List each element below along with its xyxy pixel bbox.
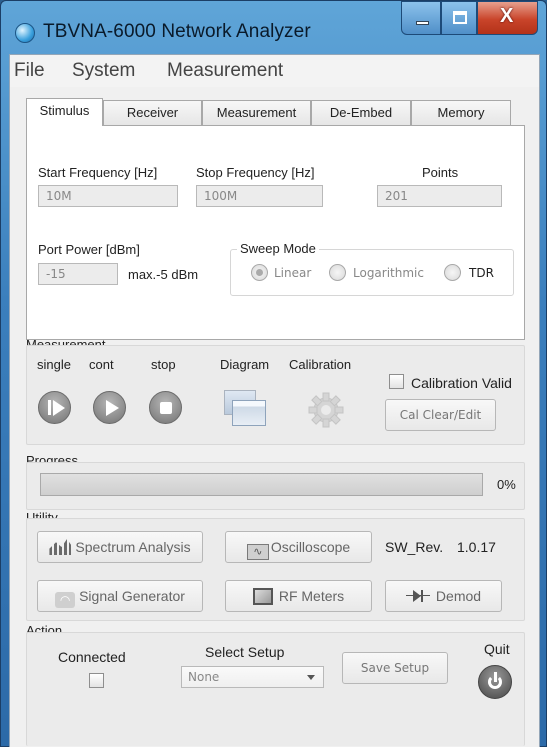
tab-stimulus[interactable]: Stimulus bbox=[26, 98, 103, 126]
demod-label: Demod bbox=[435, 588, 482, 604]
power-max-label: max.-5 dBm bbox=[128, 267, 199, 282]
diagram-label: Diagram bbox=[220, 357, 270, 372]
points-field[interactable]: 201 bbox=[377, 185, 502, 207]
cal-clear-edit-button[interactable]: Cal Clear/Edit bbox=[385, 399, 496, 431]
single-sweep-button[interactable] bbox=[38, 391, 71, 424]
sweep-mode-group: Sweep Mode Linear Logarithmic TDR bbox=[230, 241, 514, 296]
menu-bar: File System Measurement bbox=[10, 55, 539, 87]
maximize-button[interactable] bbox=[441, 1, 477, 35]
spectrum-analysis-button[interactable]: Spectrum Analysis bbox=[37, 531, 203, 563]
title-bar[interactable]: TBVNA-6000 Network Analyzer X bbox=[1, 1, 546, 53]
tab-receiver[interactable]: Receiver bbox=[103, 100, 202, 125]
start-frequency-label: Start Frequency [Hz] bbox=[38, 165, 158, 180]
stop-label: stop bbox=[151, 357, 176, 372]
continuous-sweep-button[interactable] bbox=[93, 391, 126, 424]
select-setup-label: Select Setup bbox=[205, 644, 285, 660]
select-setup-dropdown[interactable]: None bbox=[181, 666, 324, 688]
diagram-window-icon[interactable] bbox=[224, 390, 270, 426]
rf-meters-button[interactable]: RF Meters bbox=[225, 580, 372, 612]
oscilloscope-button[interactable]: ∿ Oscilloscope bbox=[225, 531, 372, 563]
oscilloscope-label: Oscilloscope bbox=[270, 539, 351, 555]
radio-tdr[interactable] bbox=[444, 264, 461, 281]
stop-sweep-button[interactable] bbox=[149, 391, 182, 424]
client-area: File System Measurement Stimulus Receive… bbox=[9, 54, 540, 747]
spectrum-icon bbox=[49, 539, 72, 555]
progress-percent: 0% bbox=[497, 477, 516, 492]
power-line bbox=[494, 672, 497, 682]
calibration-gear-icon[interactable] bbox=[306, 390, 346, 430]
minimize-icon bbox=[416, 21, 429, 25]
quit-button[interactable] bbox=[478, 665, 512, 699]
stimulus-panel: Start Frequency [Hz] 10M Stop Frequency … bbox=[26, 125, 525, 340]
menu-system[interactable]: System bbox=[72, 60, 135, 82]
menu-file[interactable]: File bbox=[14, 60, 45, 82]
calibration-label: Calibration bbox=[289, 357, 352, 372]
radio-logarithmic[interactable] bbox=[329, 264, 346, 281]
meter-icon bbox=[252, 588, 273, 605]
cont-label: cont bbox=[89, 357, 114, 372]
wifi-signal-icon: ◠ bbox=[55, 592, 76, 608]
connected-label: Connected bbox=[58, 649, 126, 665]
stop-frequency-label: Stop Frequency [Hz] bbox=[196, 165, 315, 180]
save-setup-button[interactable]: Save Setup bbox=[342, 652, 448, 684]
window-title: TBVNA-6000 Network Analyzer bbox=[43, 21, 311, 42]
maximize-icon bbox=[453, 11, 467, 24]
points-label: Points bbox=[422, 165, 459, 180]
action-panel: Connected Select Setup None Save Setup Q… bbox=[26, 632, 525, 746]
sweep-mode-title: Sweep Mode bbox=[237, 241, 319, 256]
radio-linear[interactable] bbox=[251, 264, 268, 281]
demod-button[interactable]: Demod bbox=[385, 580, 502, 612]
spectrum-analysis-label: Spectrum Analysis bbox=[75, 539, 191, 555]
signal-generator-button[interactable]: ◠ Signal Generator bbox=[37, 580, 203, 612]
menu-measurement[interactable]: Measurement bbox=[167, 60, 283, 82]
sw-rev-value: 1.0.17 bbox=[457, 539, 496, 555]
stop-icon bbox=[160, 402, 172, 414]
radio-tdr-label: TDR bbox=[469, 266, 494, 280]
calibration-valid-label: Calibration Valid bbox=[411, 375, 512, 391]
minimize-button[interactable] bbox=[401, 1, 441, 35]
utility-panel: Spectrum Analysis ∿ Oscilloscope SW_Rev. … bbox=[26, 518, 525, 621]
radio-logarithmic-label: Logarithmic bbox=[353, 266, 424, 280]
globe-icon bbox=[15, 23, 35, 43]
connected-checkbox[interactable] bbox=[89, 673, 104, 688]
port-power-label: Port Power [dBm] bbox=[38, 242, 140, 257]
measurement-panel: single cont stop Diagram Calibration Cal… bbox=[26, 345, 525, 445]
port-power-field[interactable]: -15 bbox=[38, 263, 118, 285]
oscilloscope-icon: ∿ bbox=[246, 544, 269, 560]
tab-measurement[interactable]: Measurement bbox=[202, 100, 311, 125]
radio-linear-label: Linear bbox=[274, 266, 312, 280]
quit-label: Quit bbox=[484, 641, 510, 657]
single-bar-icon bbox=[48, 400, 51, 415]
sw-rev-label: SW_Rev. bbox=[385, 539, 444, 555]
single-label: single bbox=[37, 357, 71, 372]
tab-memory[interactable]: Memory bbox=[411, 100, 511, 125]
stop-frequency-field[interactable]: 100M bbox=[196, 185, 323, 207]
diode-icon bbox=[405, 590, 430, 602]
play-icon bbox=[53, 400, 65, 416]
signal-generator-label: Signal Generator bbox=[79, 588, 185, 604]
close-button[interactable]: X bbox=[477, 1, 538, 35]
close-icon: X bbox=[500, 5, 514, 27]
start-frequency-field[interactable]: 10M bbox=[38, 185, 178, 207]
calibration-valid-checkbox[interactable] bbox=[389, 374, 404, 389]
select-setup-value: None bbox=[188, 670, 220, 684]
tab-de-embed[interactable]: De-Embed bbox=[311, 100, 411, 125]
progress-bar bbox=[40, 473, 483, 496]
app-window: TBVNA-6000 Network Analyzer X File Syste… bbox=[0, 0, 547, 747]
rf-meters-label: RF Meters bbox=[278, 588, 345, 604]
chevron-down-icon bbox=[307, 675, 315, 680]
play-icon bbox=[106, 400, 119, 416]
